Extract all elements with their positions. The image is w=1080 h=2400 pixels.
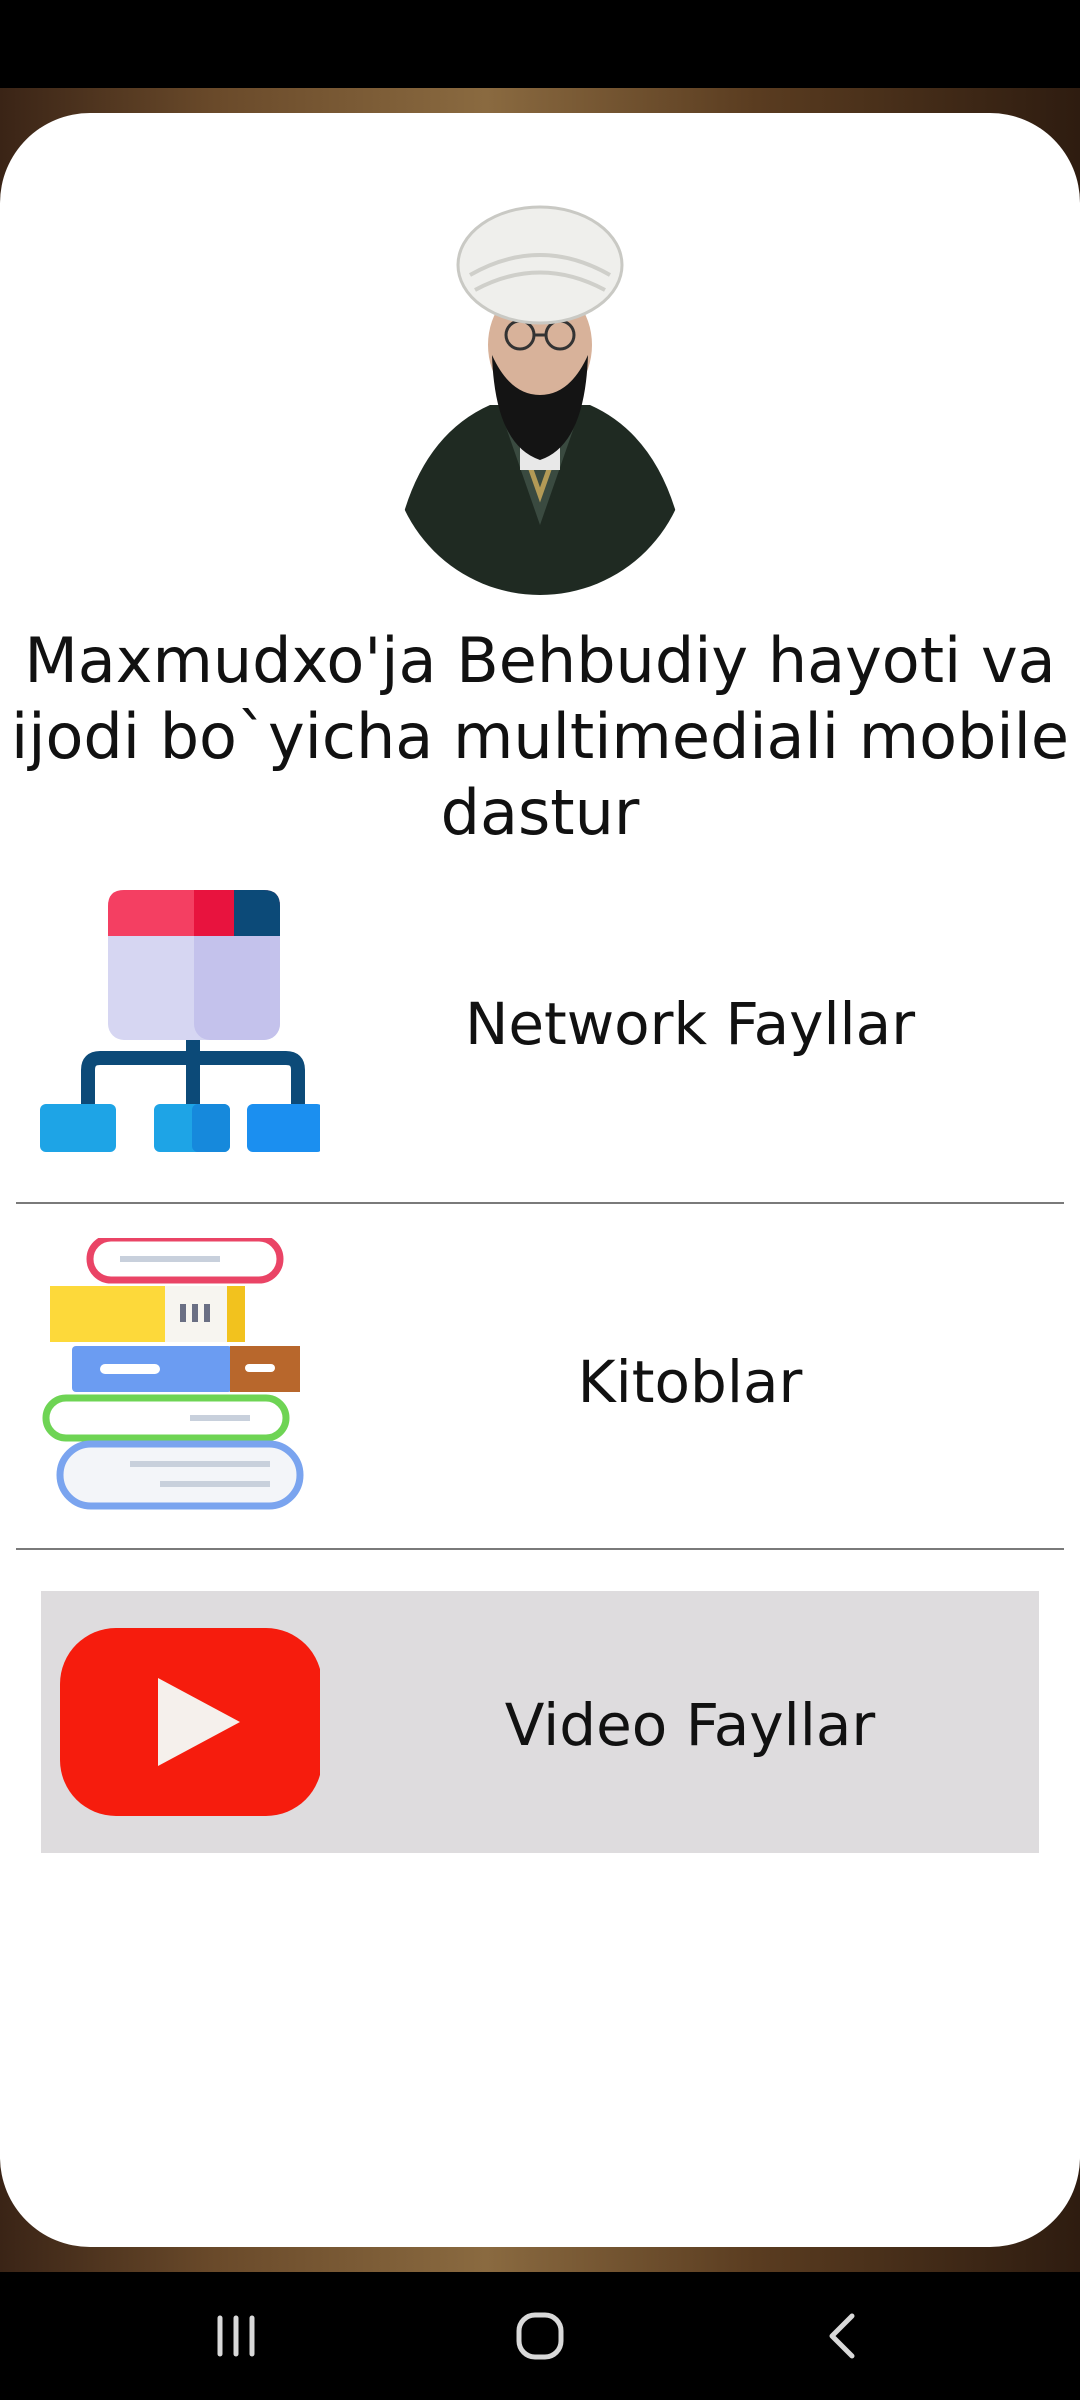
menu-item-network-files[interactable]: Network Fayllar — [20, 880, 1060, 1180]
status-bar — [0, 0, 1080, 88]
home-icon[interactable] — [480, 2292, 600, 2380]
menu-item-label: Video Fayllar — [504, 1691, 876, 1759]
network-tree-icon — [40, 890, 320, 1152]
back-icon[interactable] — [782, 2292, 902, 2380]
divider — [16, 1548, 1064, 1550]
recent-apps-icon[interactable] — [176, 2292, 296, 2380]
menu-item-books[interactable]: Kitoblar — [20, 1223, 1060, 1523]
portrait-image — [390, 205, 690, 595]
menu-item-video-files[interactable]: Video Fayllar — [20, 1591, 1060, 1891]
menu-item-label: Network Fayllar — [464, 990, 916, 1058]
divider — [16, 1202, 1064, 1204]
navigation-bar — [0, 2272, 1080, 2400]
menu-item-label: Kitoblar — [577, 1348, 803, 1416]
main-card: Maxmudxo'ja Behbudiy hayoti va ijodi bo`… — [0, 113, 1080, 2247]
app-title: Maxmudxo'ja Behbudiy hayoti va ijodi bo`… — [11, 624, 1069, 849]
youtube-play-icon — [60, 1628, 320, 1816]
books-stack-icon — [42, 1238, 304, 1510]
